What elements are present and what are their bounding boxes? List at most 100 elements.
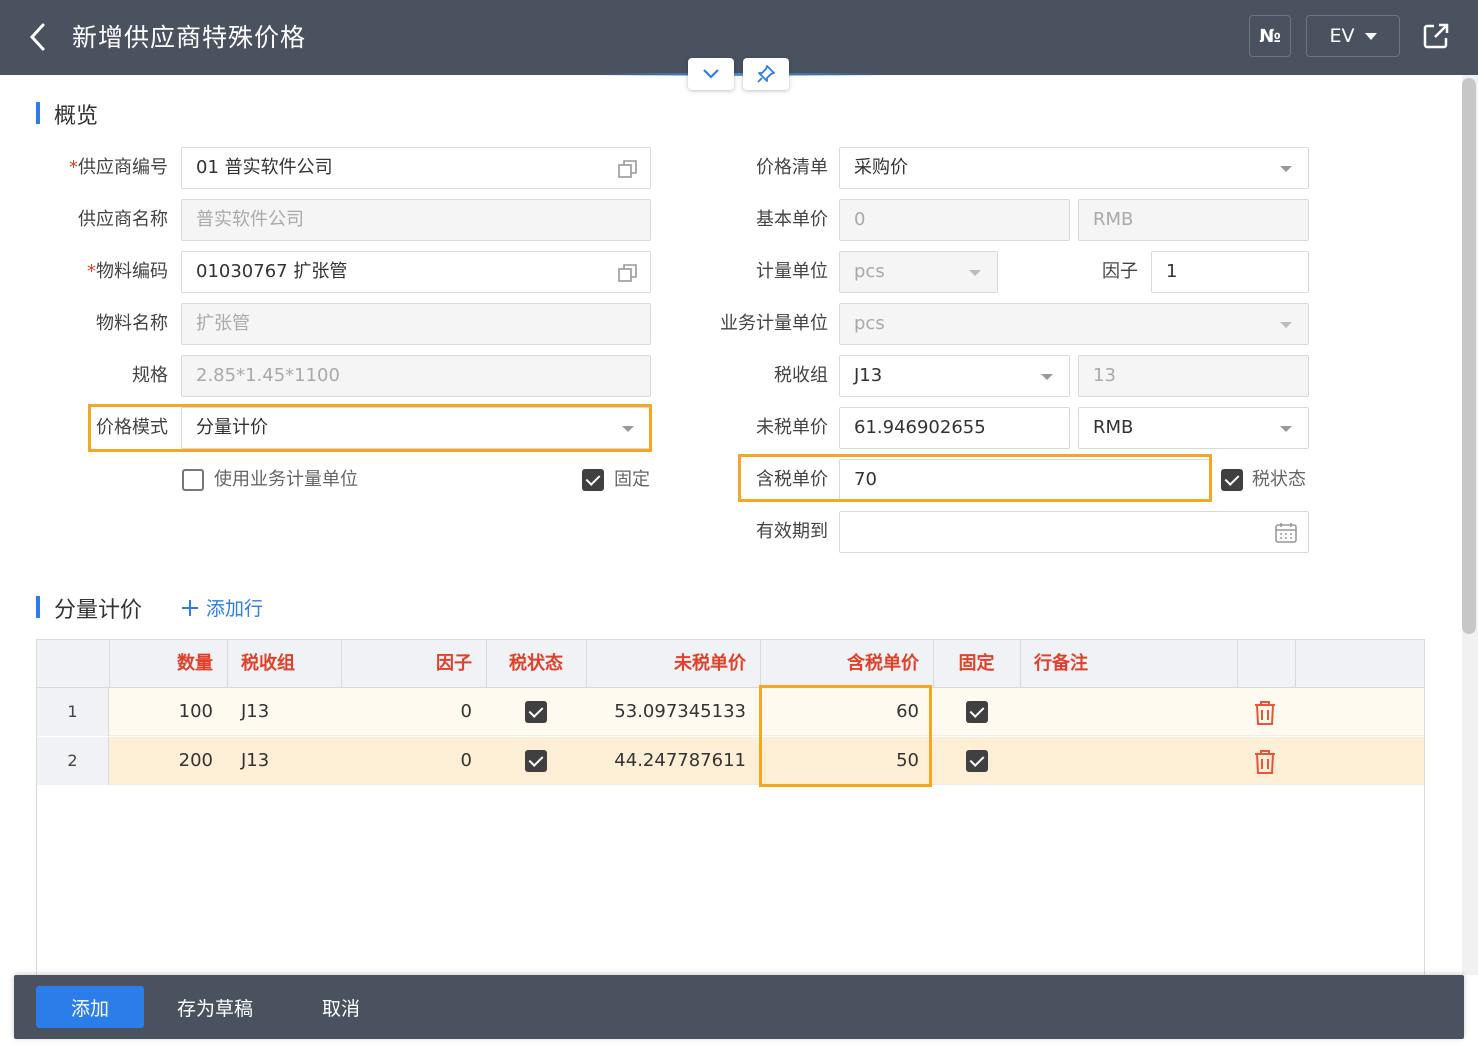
calendar-icon[interactable] — [1274, 521, 1298, 545]
cell-net-price[interactable]: 53.097345133 — [586, 688, 760, 736]
factor-input[interactable]: 1 — [1151, 251, 1309, 293]
tax-rate-field: 13 — [1078, 355, 1309, 397]
price-mode-select[interactable]: 分量计价 — [181, 407, 651, 449]
col-remark[interactable]: 行备注 — [1020, 640, 1237, 688]
trash-icon[interactable] — [1253, 749, 1277, 775]
base-currency-field: RMB — [1078, 199, 1309, 241]
header-accent-line — [590, 73, 890, 76]
supplier-code-field[interactable]: 01 普实软件公司 — [181, 147, 651, 189]
material-code-field[interactable]: 01030767 扩张管 — [181, 251, 651, 293]
ev-dropdown[interactable]: EV — [1306, 15, 1400, 57]
caret-down-icon — [969, 270, 981, 276]
spec-label: 规格 — [132, 365, 168, 386]
caret-down-icon — [1364, 32, 1377, 40]
cell-tax-status-checkbox[interactable] — [525, 701, 547, 723]
col-tax-group[interactable]: 税收组 — [227, 640, 341, 688]
caret-down-icon — [1041, 374, 1053, 380]
factor-label: 因子 — [1102, 261, 1138, 282]
caret-down-icon — [1280, 426, 1292, 432]
plus-icon — [182, 599, 198, 616]
caret-down-icon — [1280, 322, 1292, 328]
valid-until-date[interactable] — [839, 511, 1309, 553]
tax-status-checkbox[interactable] — [1221, 469, 1243, 491]
cell-gross-price[interactable]: 60 — [760, 688, 933, 736]
material-code-label: *物料编码 — [87, 261, 168, 282]
price-list-select[interactable]: 采购价 — [839, 147, 1309, 189]
price-list-label: 价格清单 — [756, 157, 828, 178]
cell-gross-price[interactable]: 50 — [760, 737, 933, 785]
supplier-code-label: *供应商编号 — [69, 157, 168, 178]
cell-qty[interactable]: 100 — [109, 688, 227, 736]
table-row[interactable]: 2 200 J13 0 44.247787611 50 — [37, 737, 1424, 785]
cell-tax-status-checkbox[interactable] — [525, 750, 547, 772]
caret-down-icon — [622, 426, 634, 432]
spec-field: 2.85*1.45*1100 — [181, 355, 651, 397]
add-button[interactable]: 添加 — [36, 986, 144, 1028]
add-row-button[interactable]: 添加行 — [180, 594, 263, 621]
page-title: 新增供应商特殊价格 — [72, 23, 307, 52]
save-draft-button[interactable]: 存为草稿 — [177, 986, 253, 1028]
fixed-label: 固定 — [614, 469, 650, 490]
required-mark: * — [87, 261, 96, 282]
caret-down-icon — [1280, 166, 1292, 172]
cell-qty[interactable]: 200 — [109, 737, 227, 785]
top-bar: 新增供应商特殊价格 № EV — [0, 0, 1478, 75]
col-gross-price[interactable]: 含税单价 — [760, 640, 933, 688]
cell-fixed-checkbox[interactable] — [966, 750, 988, 772]
tax-group-label: 税收组 — [774, 365, 828, 386]
material-name-field: 扩张管 — [181, 303, 651, 345]
cell-factor[interactable]: 0 — [341, 688, 486, 736]
cell-tax-group[interactable]: J13 — [227, 737, 341, 785]
valid-until-label: 有效期到 — [756, 521, 828, 542]
material-name-label: 物料名称 — [96, 313, 168, 334]
cell-tax-group[interactable]: J13 — [227, 688, 341, 736]
cell-factor[interactable]: 0 — [341, 737, 486, 785]
biz-unit-select[interactable]: pcs — [839, 303, 1309, 345]
tax-status-label: 税状态 — [1252, 469, 1306, 490]
number-button[interactable]: № — [1249, 15, 1291, 57]
col-factor[interactable]: 因子 — [341, 640, 486, 688]
base-price-field: 0 — [839, 199, 1070, 241]
base-price-label: 基本单价 — [756, 209, 828, 230]
chevron-down-icon — [703, 69, 719, 79]
action-bar: 添加 存为草稿 取消 — [14, 975, 1464, 1039]
col-tax-status[interactable]: 税状态 — [486, 640, 586, 688]
required-mark: * — [69, 157, 78, 178]
tiered-section-title: 分量计价 — [36, 592, 142, 624]
unit-label: 计量单位 — [756, 261, 828, 282]
pin-icon — [757, 65, 775, 83]
tax-group-select[interactable]: J13 — [839, 355, 1070, 397]
export-button[interactable] — [1420, 20, 1452, 52]
cell-net-price[interactable]: 44.247787611 — [586, 737, 760, 785]
use-biz-unit-label: 使用业务计量单位 — [214, 469, 358, 490]
row-number: 1 — [37, 688, 109, 736]
collapse-button[interactable] — [688, 58, 734, 90]
copy-icon[interactable] — [616, 157, 640, 181]
gross-price-input[interactable]: 70 — [839, 459, 1210, 501]
fixed-checkbox[interactable] — [582, 469, 604, 491]
tiered-price-table: 数量 税收组 因子 税状态 未税单价 含税单价 固定 行备注 1 100 J13… — [36, 639, 1425, 979]
cell-remark[interactable] — [1020, 737, 1237, 785]
copy-icon[interactable] — [616, 261, 640, 285]
use-biz-unit-checkbox[interactable] — [182, 469, 204, 491]
cell-remark[interactable] — [1020, 688, 1237, 736]
unit-select[interactable]: pcs — [839, 251, 998, 293]
trash-icon[interactable] — [1253, 700, 1277, 726]
net-price-input[interactable]: 61.946902655 — [839, 407, 1070, 449]
chevron-left-icon — [29, 23, 45, 51]
cell-fixed-checkbox[interactable] — [966, 701, 988, 723]
cancel-button[interactable]: 取消 — [322, 986, 360, 1028]
scrollbar-thumb[interactable] — [1462, 78, 1476, 634]
col-fixed[interactable]: 固定 — [933, 640, 1020, 688]
col-qty[interactable]: 数量 — [109, 640, 227, 688]
overview-section-title: 概览 — [36, 98, 98, 130]
row-number: 2 — [37, 737, 109, 785]
pin-button[interactable] — [743, 58, 789, 90]
table-row[interactable]: 1 100 J13 0 53.097345133 60 — [37, 688, 1424, 736]
back-button[interactable] — [22, 20, 52, 54]
supplier-name-field: 普实软件公司 — [181, 199, 651, 241]
biz-unit-label: 业务计量单位 — [720, 313, 828, 334]
col-net-price[interactable]: 未税单价 — [586, 640, 760, 688]
net-currency-select[interactable]: RMB — [1078, 407, 1309, 449]
ev-label: EV — [1329, 25, 1355, 47]
